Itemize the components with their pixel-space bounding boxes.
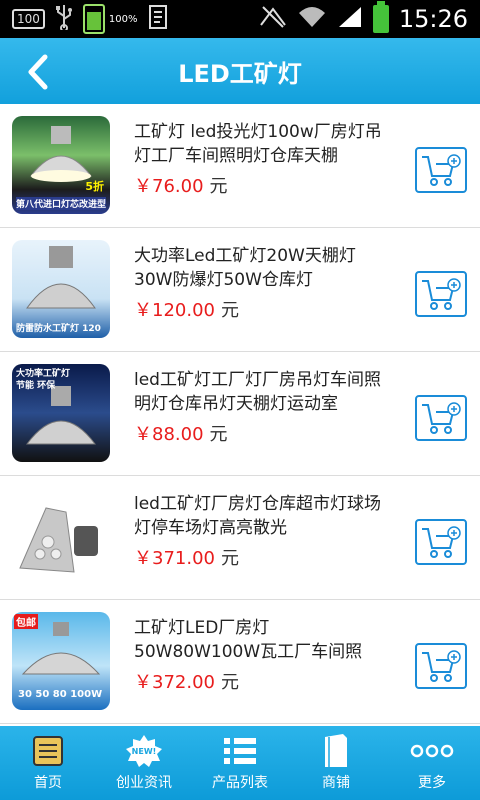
product-thumbnail — [12, 488, 110, 586]
product-item[interactable]: 5折 第八代进口灯芯改进型 工矿灯 led投光灯100w厂房灯吊灯工厂车间照明灯… — [0, 104, 480, 228]
product-name: 工矿灯LED厂房灯50W80W100W瓦工厂车间照 — [134, 618, 363, 662]
battery-percent: 100% — [108, 13, 138, 25]
product-info: 工矿灯LED厂房灯50W80W100W瓦工厂车间照 ￥372.00 元 — [134, 616, 394, 694]
product-name: 大功率Led工矿灯20W天棚灯30W防爆灯50W仓库灯 — [134, 246, 356, 290]
product-thumbnail: 大功率工矿灯 节能 环保 — [12, 364, 110, 462]
usb-icon — [55, 4, 73, 34]
page-title: LED工矿灯 — [178, 59, 302, 88]
add-to-cart-icon — [422, 154, 461, 186]
price-row: ￥371.00 元 — [134, 544, 394, 570]
product-thumbnail: 防雷防水工矿灯 120 — [12, 240, 110, 338]
product-info: 工矿灯 led投光灯100w厂房灯吊灯工厂车间照明灯仓库天棚 ￥76.00 元 — [134, 120, 394, 198]
nav-label: 首页 — [34, 775, 62, 791]
list-icon — [222, 734, 258, 768]
product-price: ￥76.00 — [134, 176, 204, 197]
price-row: ￥120.00 元 — [134, 296, 394, 322]
product-info: led工矿灯工厂灯厂房吊灯车间照明灯仓库吊灯天棚灯运动室 ￥88.00 元 — [134, 368, 394, 446]
notification-badge: 100 — [12, 9, 45, 29]
app-header: LED工矿灯 — [0, 38, 480, 104]
price-unit: 元 — [209, 424, 228, 445]
battery-full-icon — [82, 4, 105, 34]
nav-label: 更多 — [418, 775, 446, 791]
product-list: 5折 第八代进口灯芯改进型 工矿灯 led投光灯100w厂房灯吊灯工厂车间照明灯… — [0, 104, 480, 726]
nav-label: 产品列表 — [212, 775, 268, 791]
product-item[interactable]: 包邮 30 50 80 100W 工矿灯LED厂房灯50W80W100W瓦工厂车… — [0, 600, 480, 724]
add-to-cart-icon — [422, 278, 461, 310]
product-thumbnail: 5折 第八代进口灯芯改进型 — [12, 116, 110, 214]
nav-item-home[interactable]: 首页 — [0, 726, 96, 800]
add-to-cart-icon — [422, 402, 461, 434]
add-to-cart-button[interactable] — [415, 519, 467, 565]
thumbnail-caption: 第八代进口灯芯改进型 — [16, 197, 107, 210]
product-thumbnail: 包邮 30 50 80 100W — [12, 612, 110, 710]
battery-icon — [372, 1, 389, 33]
add-to-cart-button[interactable] — [415, 147, 467, 193]
svg-text:NEW!: NEW! — [132, 747, 157, 756]
product-info: led工矿灯厂房灯仓库超市灯球场灯停车场灯高亮散光 ￥371.00 元 — [134, 492, 394, 570]
price-row: ￥372.00 元 — [134, 668, 394, 694]
product-name: led工矿灯厂房灯仓库超市灯球场灯停车场灯高亮散光 — [134, 494, 381, 538]
back-button[interactable] — [18, 52, 58, 92]
price-row: ￥88.00 元 — [134, 420, 394, 446]
no-sim-icon — [259, 5, 287, 33]
product-item[interactable]: 大功率工矿灯 节能 环保 led工矿灯工厂灯厂房吊灯车间照明灯仓库吊灯天棚灯运动… — [0, 352, 480, 476]
nav-label: 创业资讯 — [116, 775, 172, 791]
product-price: ￥372.00 — [134, 672, 215, 693]
add-to-cart-button[interactable] — [415, 395, 467, 441]
nav-item-more[interactable]: 更多 — [384, 726, 480, 800]
product-info: 大功率Led工矿灯20W天棚灯30W防爆灯50W仓库灯 ￥120.00 元 — [134, 244, 394, 322]
add-to-cart-icon — [422, 650, 461, 682]
shop-icon — [321, 734, 351, 768]
price-unit: 元 — [220, 548, 239, 569]
price-row: ￥76.00 元 — [134, 172, 394, 198]
thumbnail-caption: 防雷防水工矿灯 120 — [16, 324, 101, 334]
add-to-cart-button[interactable] — [415, 271, 467, 317]
add-to-cart-icon — [422, 526, 461, 558]
document-icon — [148, 4, 170, 34]
product-price: ￥371.00 — [134, 548, 215, 569]
thumbnail-caption: 30 50 80 100W — [18, 689, 103, 700]
more-icon — [410, 734, 454, 768]
thumbnail-caption: 大功率工矿灯 节能 环保 — [16, 369, 71, 391]
wifi-icon — [297, 5, 327, 33]
home-icon — [31, 734, 65, 768]
thumbnail-badge: 5折 — [85, 180, 104, 193]
product-price: ￥120.00 — [134, 300, 215, 321]
clock: 15:26 — [398, 5, 468, 33]
product-item[interactable]: led工矿灯厂房灯仓库超市灯球场灯停车场灯高亮散光 ￥371.00 元 — [0, 476, 480, 600]
bottom-nav: 首页 NEW! 创业资讯 产品列表 商铺 更多 — [0, 726, 480, 800]
price-unit: 元 — [209, 176, 228, 197]
nav-item-products[interactable]: 产品列表 — [192, 726, 288, 800]
add-to-cart-button[interactable] — [415, 643, 467, 689]
thumbnail-badge: 包邮 — [14, 614, 38, 629]
product-name: 工矿灯 led投光灯100w厂房灯吊灯工厂车间照明灯仓库天棚 — [134, 122, 382, 166]
status-bar: 100 100% 15:26 — [0, 0, 480, 38]
price-unit: 元 — [220, 300, 239, 321]
back-arrow-icon — [28, 54, 48, 90]
news-icon: NEW! — [125, 734, 163, 768]
product-item[interactable]: 防雷防水工矿灯 120 大功率Led工矿灯20W天棚灯30W防爆灯50W仓库灯 … — [0, 228, 480, 352]
nav-label: 商铺 — [322, 775, 350, 791]
product-price: ￥88.00 — [134, 424, 204, 445]
nav-item-shop[interactable]: 商铺 — [288, 726, 384, 800]
product-name: led工矿灯工厂灯厂房吊灯车间照明灯仓库吊灯天棚灯运动室 — [134, 370, 381, 414]
price-unit: 元 — [220, 672, 239, 693]
nav-item-news[interactable]: NEW! 创业资讯 — [96, 726, 192, 800]
signal-icon — [337, 5, 363, 33]
